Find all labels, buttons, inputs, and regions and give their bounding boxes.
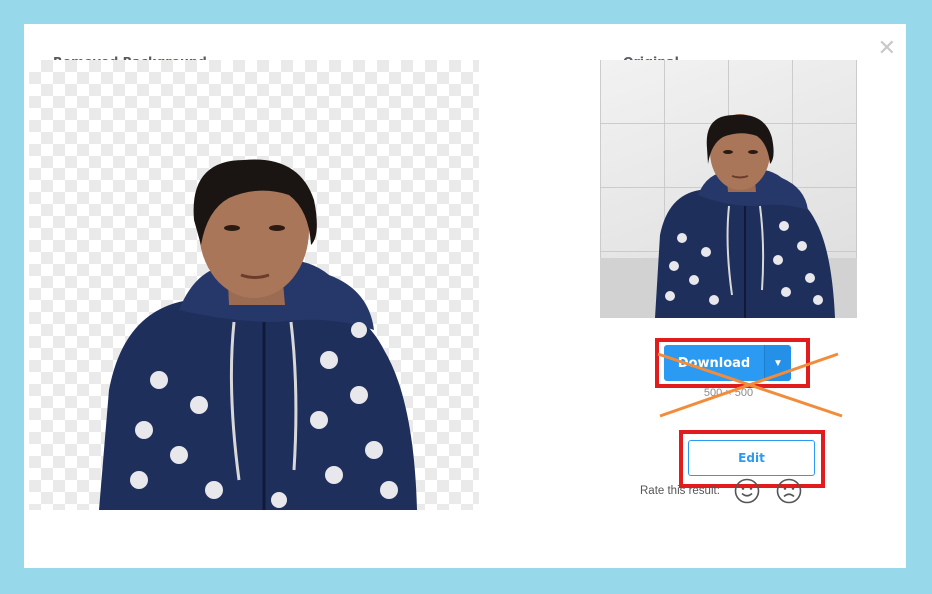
close-icon[interactable]: ✕ bbox=[878, 38, 896, 60]
download-highlight-box bbox=[655, 338, 810, 388]
removed-background-preview bbox=[29, 60, 479, 510]
smiley-face-icon[interactable] bbox=[734, 478, 760, 504]
person-cutout-image bbox=[29, 60, 479, 510]
original-image-thumbnail bbox=[600, 60, 857, 318]
rating-row: Rate this result: bbox=[640, 478, 818, 504]
sad-face-icon[interactable] bbox=[776, 478, 802, 504]
edit-button[interactable]: Edit bbox=[688, 440, 815, 476]
rating-label: Rate this result: bbox=[640, 485, 720, 497]
person-original-image bbox=[600, 60, 857, 318]
image-size-label: 500 × 500 bbox=[703, 387, 754, 399]
